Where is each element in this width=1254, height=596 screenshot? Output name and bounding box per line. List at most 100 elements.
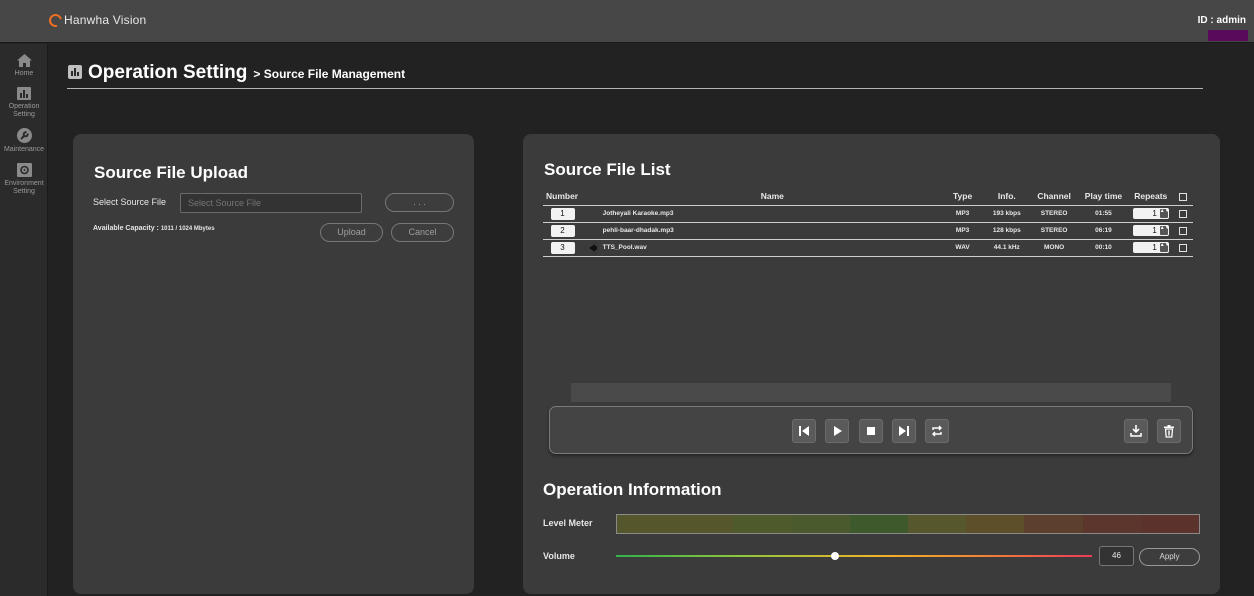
- stop-icon: [867, 427, 875, 435]
- file-list-title: Source File List: [544, 160, 671, 179]
- home-icon: [16, 54, 32, 67]
- table-row[interactable]: 2 pehli-baar-dhadak.mp3 MP3 128 kbps STE…: [543, 222, 1193, 240]
- file-name: Jotheyali Karaoke.mp3: [602, 205, 943, 223]
- wrench-icon: [16, 128, 32, 143]
- select-all-checkbox[interactable]: [1178, 193, 1187, 201]
- upload-button[interactable]: Upload: [320, 223, 383, 242]
- level-meter-segment: [675, 515, 734, 533]
- repeats-stepper[interactable]: 1 ▲▼: [1132, 242, 1170, 253]
- level-meter-segment: [733, 515, 792, 533]
- sidebar-item-maintenance[interactable]: Maintenance: [0, 128, 48, 154]
- hanwha-logo-icon: [46, 11, 65, 29]
- chart-icon: [68, 65, 82, 79]
- file-play-time: 00:10: [1077, 239, 1130, 257]
- user-menu-button[interactable]: [1208, 30, 1248, 41]
- apply-button[interactable]: Apply: [1139, 548, 1200, 566]
- file-info: 128 kbps: [983, 222, 1031, 240]
- repeats-stepper[interactable]: 1 ▲▼: [1132, 208, 1170, 219]
- now-playing-cell: [582, 205, 603, 223]
- breadcrumb: > Source File Management: [253, 67, 406, 81]
- now-playing-cell: [582, 239, 603, 257]
- brand-name: Hanwha Vision: [64, 13, 147, 27]
- file-channel: STEREO: [1030, 222, 1078, 240]
- table-row[interactable]: 3 TTS_Pool.wav WAV 44.1 kHz MONO 00:10 1…: [543, 239, 1193, 257]
- capacity-value: 1011 / 1024 Mbytes: [160, 226, 215, 232]
- level-meter-segment: [966, 515, 1025, 533]
- source-file-list-panel: Source File List Number Name Type Info. …: [523, 134, 1220, 594]
- sidebar-item-operation-setting[interactable]: Operation Setting: [0, 87, 48, 119]
- sidebar-item-label: Maintenance: [3, 146, 45, 153]
- previous-track-button[interactable]: [792, 419, 816, 443]
- repeats-value: 1: [1152, 209, 1157, 218]
- capacity-label: Available Capacity :: [93, 225, 159, 232]
- brand-logo[interactable]: Hanwha Vision: [46, 11, 147, 29]
- column-header-number[interactable]: Number: [543, 188, 583, 206]
- volume-slider[interactable]: [616, 552, 1092, 560]
- stepper-arrows-icon[interactable]: ▲▼: [1159, 209, 1170, 218]
- gear-icon: [16, 163, 32, 177]
- table-header-row: Number Name Type Info. Channel Play time…: [543, 188, 1193, 206]
- chart-icon: [17, 87, 31, 100]
- file-play-time: 01:55: [1077, 205, 1130, 223]
- stepper-arrows-icon[interactable]: ▲▼: [1159, 226, 1170, 235]
- sidebar-item-label: Home: [14, 70, 34, 77]
- next-track-button[interactable]: [892, 419, 916, 443]
- page-title: Operation Setting: [88, 62, 248, 83]
- file-info: 193 kbps: [983, 205, 1031, 223]
- source-file-input[interactable]: [180, 193, 362, 213]
- delete-button[interactable]: [1157, 419, 1181, 443]
- file-info: 44.1 kHz: [983, 239, 1031, 257]
- file-name: TTS_Pool.wav: [602, 239, 943, 257]
- file-channel: STEREO: [1030, 205, 1078, 223]
- level-meter-label: Level Meter: [543, 518, 593, 528]
- level-meter: [616, 514, 1200, 534]
- available-capacity: Available Capacity : 1011 / 1024 Mbytes: [93, 225, 215, 232]
- select-source-file-label: Select Source File: [93, 197, 167, 207]
- file-type: WAV: [942, 239, 984, 257]
- volume-slider-thumb[interactable]: [830, 552, 839, 560]
- stop-button[interactable]: [859, 419, 883, 443]
- file-type: MP3: [942, 205, 984, 223]
- level-meter-segment: [849, 515, 909, 533]
- column-header-play-time[interactable]: Play time: [1077, 188, 1130, 206]
- column-header-name[interactable]: Name: [602, 188, 943, 206]
- skip-previous-icon: [799, 426, 809, 436]
- level-meter-segment: [1140, 515, 1200, 533]
- repeats-stepper[interactable]: 1 ▲▼: [1132, 225, 1170, 236]
- row-checkbox[interactable]: [1178, 226, 1187, 235]
- file-play-time: 06:19: [1077, 222, 1130, 240]
- level-meter-segment: [791, 515, 850, 533]
- column-header-info[interactable]: Info.: [983, 188, 1031, 206]
- repeats-value: 1: [1152, 243, 1157, 252]
- file-type: MP3: [942, 222, 984, 240]
- column-header-spacer: [582, 188, 603, 206]
- stepper-arrows-icon[interactable]: ▲▼: [1159, 243, 1170, 252]
- download-icon: [1130, 425, 1142, 437]
- sidebar-item-environment-setting[interactable]: Environment Setting: [0, 163, 48, 196]
- column-header-type[interactable]: Type: [942, 188, 984, 206]
- playback-progress-bar[interactable]: [571, 383, 1171, 402]
- repeat-button[interactable]: [925, 419, 949, 443]
- repeats-value: 1: [1152, 226, 1157, 235]
- sidebar-item-home[interactable]: Home: [0, 54, 48, 78]
- browse-button[interactable]: . . .: [385, 193, 454, 212]
- play-button[interactable]: [825, 419, 849, 443]
- table-row[interactable]: 1 Jotheyali Karaoke.mp3 MP3 193 kbps STE…: [543, 205, 1193, 223]
- cancel-button[interactable]: Cancel: [391, 223, 454, 242]
- playback-controls: [549, 406, 1193, 454]
- skip-next-icon: [899, 426, 909, 436]
- column-header-channel[interactable]: Channel: [1030, 188, 1078, 206]
- user-id-label: ID : admin: [1197, 15, 1246, 26]
- row-checkbox[interactable]: [1178, 209, 1187, 218]
- volume-value-input[interactable]: 46: [1099, 546, 1134, 566]
- volume-label: Volume: [543, 551, 575, 561]
- column-header-repeats[interactable]: Repeats: [1129, 188, 1173, 206]
- row-checkbox[interactable]: [1178, 243, 1187, 252]
- download-button[interactable]: [1124, 419, 1148, 443]
- row-number: 1: [550, 207, 575, 220]
- now-playing-cell: [582, 222, 603, 240]
- file-name: pehli-baar-dhadak.mp3: [602, 222, 943, 240]
- level-meter-segment: [617, 515, 676, 533]
- repeat-icon: [932, 425, 942, 437]
- upload-panel-title: Source File Upload: [94, 163, 248, 182]
